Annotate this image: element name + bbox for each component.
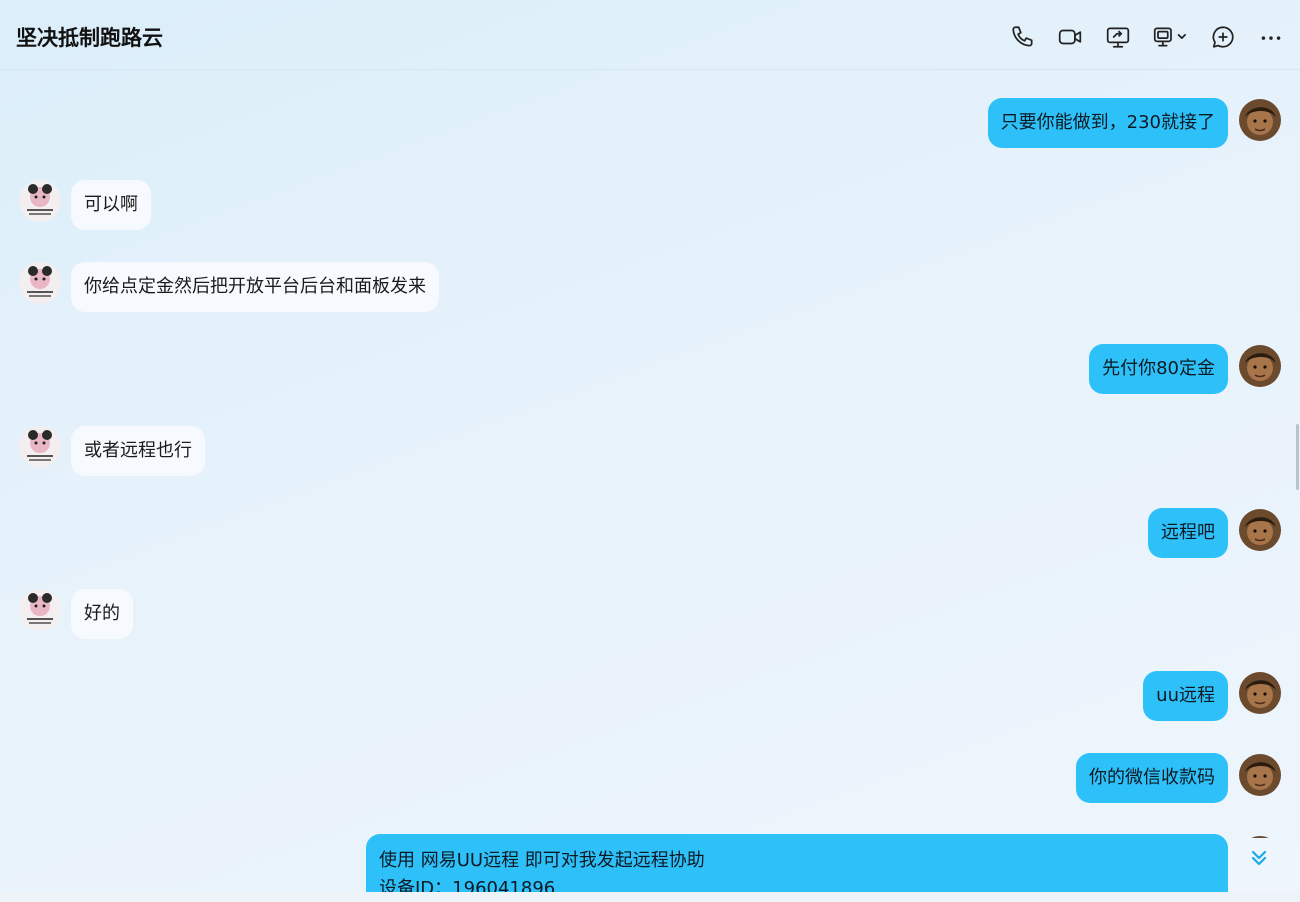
chat-header: 坚决抵制跑路云: [0, 0, 1300, 70]
message-bubble[interactable]: uu远程: [1143, 671, 1228, 721]
message-row: 远程吧: [0, 508, 1300, 560]
message-line: 设备ID：196041896: [379, 878, 556, 892]
message-list[interactable]: 只要你能做到，230就接了 可以啊 你给点定金然后把开放平台后台和面板发来 先付…: [0, 70, 1300, 892]
input-area-edge: [0, 892, 1300, 902]
avatar[interactable]: [19, 589, 61, 631]
message-row: 使用 网易UU远程 即可对我发起远程协助 设备ID：196041896: [0, 834, 1300, 892]
message-bubble[interactable]: 你的微信收款码: [1076, 753, 1228, 803]
message-bubble[interactable]: 好的: [71, 589, 133, 639]
message-bubble[interactable]: 使用 网易UU远程 即可对我发起远程协助 设备ID：196041896: [366, 834, 1228, 892]
screen-share-icon[interactable]: [1104, 23, 1132, 51]
add-chat-icon[interactable]: [1209, 23, 1237, 51]
message-row: 你的微信收款码: [0, 753, 1300, 805]
message-bubble[interactable]: 你给点定金然后把开放平台后台和面板发来: [71, 262, 439, 312]
avatar[interactable]: [1239, 345, 1281, 387]
remote-desktop-icon[interactable]: [1151, 23, 1191, 51]
message-row: uu远程: [0, 671, 1300, 723]
avatar[interactable]: [1239, 99, 1281, 141]
avatar[interactable]: [1239, 754, 1281, 796]
message-row: 先付你80定金: [0, 344, 1300, 396]
message-bubble[interactable]: 远程吧: [1148, 508, 1228, 558]
avatar[interactable]: [19, 426, 61, 468]
avatar[interactable]: [1239, 672, 1281, 714]
avatar[interactable]: [1239, 509, 1281, 551]
avatar[interactable]: [19, 262, 61, 304]
message-row: 可以啊: [0, 180, 1300, 232]
message-row: 你给点定金然后把开放平台后台和面板发来: [0, 262, 1300, 314]
message-row: 好的: [0, 589, 1300, 641]
message-row: 或者远程也行: [0, 426, 1300, 478]
message-bubble[interactable]: 或者远程也行: [71, 426, 205, 476]
chat-title: 坚决抵制跑路云: [16, 26, 163, 50]
message-bubble[interactable]: 可以啊: [71, 180, 151, 230]
scrollbar-thumb[interactable]: [1296, 424, 1299, 490]
phone-icon[interactable]: [1009, 23, 1037, 51]
message-bubble[interactable]: 只要你能做到，230就接了: [987, 98, 1228, 148]
more-icon[interactable]: [1257, 23, 1285, 51]
scroll-down-icon[interactable]: [1228, 838, 1290, 878]
video-camera-icon[interactable]: [1056, 23, 1084, 51]
avatar[interactable]: [19, 180, 61, 222]
message-line: 使用 网易UU远程 即可对我发起远程协助: [379, 850, 705, 871]
message-bubble[interactable]: 先付你80定金: [1089, 344, 1228, 394]
message-row: 只要你能做到，230就接了: [0, 98, 1300, 150]
